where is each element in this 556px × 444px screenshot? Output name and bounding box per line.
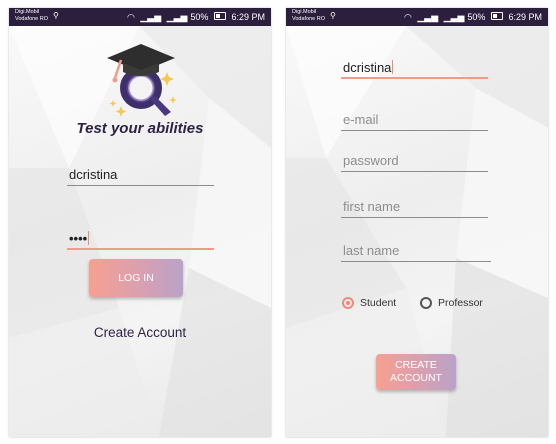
username-field[interactable]: dcristina <box>67 164 214 186</box>
signal-icon-2: ▁▃▅ <box>443 12 465 22</box>
create-account-button[interactable]: CREATE ACCOUNT <box>376 354 456 390</box>
wifi-icon: ◠ <box>404 12 412 22</box>
register-screen: Digi.Mobil Vodafone RO ⚲ ◠ ▁▃▅ ▁▃▅ 50% 6:… <box>286 8 548 437</box>
reg-password-field[interactable]: password <box>341 150 488 172</box>
first-name-placeholder: first name <box>343 199 401 214</box>
status-bar: Digi.Mobil Vodafone RO ⚲ ◠ ▁▃▅ ▁▃▅ 50% 6:… <box>9 8 271 26</box>
carrier-line-2: Vodafone RO <box>15 16 49 22</box>
create-button-line-1: CREATE <box>395 359 437 371</box>
last-name-underline <box>341 261 491 262</box>
status-bar: Digi.Mobil Vodafone RO ⚲ ◠ ▁▃▅ ▁▃▅ 50% 6:… <box>286 8 548 26</box>
app-title: Test your abilities <box>76 120 204 137</box>
password-value: •••• <box>69 231 90 246</box>
reg-username-text: dcristina <box>343 60 392 75</box>
password-underline <box>67 248 214 250</box>
battery-icon <box>490 12 503 20</box>
student-radio[interactable] <box>342 297 354 309</box>
username-value: dcristina <box>69 167 118 182</box>
signal-icon: ▁▃▅ <box>417 12 439 22</box>
carrier-line-1: Digi.Mobil <box>292 9 317 15</box>
signal-icon-2: ▁▃▅ <box>166 12 188 22</box>
create-button-line-2: ACCOUNT <box>390 372 442 384</box>
wifi-icon: ◠ <box>127 12 135 22</box>
email-underline <box>341 130 488 131</box>
carrier-info: Digi.Mobil Vodafone RO ⚲ <box>292 9 336 23</box>
battery-icon <box>213 12 226 20</box>
first-name-field[interactable]: first name <box>341 196 488 218</box>
status-icons: ◠ ▁▃▅ ▁▃▅ 50% 6:29 PM <box>401 11 542 23</box>
password-masked: •••• <box>69 231 88 246</box>
carrier-line-2: Vodafone RO <box>292 16 326 22</box>
usb-icon: ⚲ <box>330 11 336 20</box>
email-placeholder: e-mail <box>343 112 379 127</box>
create-account-link[interactable]: Create Account <box>9 325 271 340</box>
professor-radio[interactable] <box>420 297 432 309</box>
clock: 6:29 PM <box>231 12 265 22</box>
reg-username-underline <box>341 77 488 79</box>
clock: 6:29 PM <box>508 12 542 22</box>
last-name-field[interactable]: last name <box>341 240 491 262</box>
login-button[interactable]: LOG IN <box>89 259 183 297</box>
last-name-placeholder: last name <box>343 243 400 258</box>
battery-percent: 50% <box>190 12 209 22</box>
status-icons: ◠ ▁▃▅ ▁▃▅ 50% 6:29 PM <box>124 11 265 23</box>
carrier-info: Digi.Mobil Vodafone RO ⚲ <box>15 9 59 23</box>
text-cursor <box>88 231 90 245</box>
student-label[interactable]: Student <box>360 297 396 309</box>
password-field[interactable]: •••• <box>67 228 214 250</box>
reg-username-value: dcristina <box>343 60 394 75</box>
text-cursor <box>392 60 394 74</box>
usb-icon: ⚲ <box>53 11 59 20</box>
carrier-line-1: Digi.Mobil <box>15 9 40 15</box>
username-underline <box>67 185 214 186</box>
professor-label[interactable]: Professor <box>438 297 483 309</box>
signal-icon: ▁▃▅ <box>140 12 162 22</box>
reg-username-field[interactable]: dcristina <box>341 57 488 79</box>
graduation-cap-q-logo <box>107 44 177 117</box>
battery-percent: 50% <box>467 12 486 22</box>
login-screen: Digi.Mobil Vodafone RO ⚲ ◠ ▁▃▅ ▁▃▅ 50% 6:… <box>9 8 271 437</box>
first-name-underline <box>341 217 488 218</box>
password-placeholder: password <box>343 153 399 168</box>
reg-password-underline <box>341 171 488 172</box>
email-field[interactable]: e-mail <box>341 109 488 131</box>
